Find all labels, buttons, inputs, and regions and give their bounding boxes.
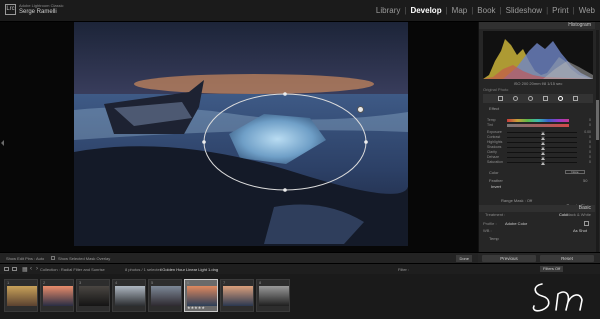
photo-image [74, 22, 408, 246]
collection-source[interactable]: Collection : Radial Filter and Sunrise [40, 267, 105, 272]
filmstrip-thumb[interactable]: 3 [76, 279, 110, 312]
module-book[interactable]: Book [476, 6, 496, 15]
panel-scroll-thumb[interactable] [596, 100, 599, 140]
filter-dropdown[interactable]: Filters Off [540, 266, 564, 272]
treatment-label: Treatment : [485, 212, 506, 217]
filmstrip-thumb[interactable]: 1 [4, 279, 38, 312]
profile-label: Profile : [483, 221, 497, 226]
color-swatch[interactable]: None [565, 170, 585, 174]
filmstrip-thumb[interactable]: 2 [40, 279, 74, 312]
panel-scrollbar[interactable] [596, 30, 599, 262]
treatment-bw-button[interactable]: Black & White [566, 212, 591, 217]
slider-saturation[interactable]: Saturation 0 [483, 160, 593, 165]
show-edit-pins-value[interactable]: Auto [36, 256, 44, 261]
user-name: Serge Ramelli [19, 9, 57, 15]
module-separator: | [471, 6, 474, 15]
module-web[interactable]: Web [578, 6, 596, 15]
filmstrip: 1 2 3 4 5 6 ★★★★★ 7 8 [0, 274, 600, 319]
module-library[interactable]: Library [375, 6, 401, 15]
temp-label: Temp [489, 236, 499, 241]
module-develop[interactable]: Develop [409, 6, 442, 15]
crop-tool-icon[interactable] [498, 96, 503, 101]
photo-count: 8 photos / 1 selected [125, 267, 162, 272]
module-separator: | [499, 6, 502, 15]
basic-header[interactable]: Basic [479, 205, 595, 212]
slider-tint[interactable]: Tint 0 [483, 123, 593, 128]
module-print[interactable]: Print [551, 6, 569, 15]
invert-checkbox[interactable]: Invert [491, 184, 501, 189]
show-overlay-checkbox[interactable] [51, 256, 55, 260]
original-photo-label: Original Photo [483, 87, 509, 92]
selected-filename: / Golden Hour Linear Light 1.dng [160, 267, 219, 272]
wb-label: WB : [483, 228, 492, 233]
profile-select[interactable]: Adobe Color [505, 221, 527, 226]
module-separator: | [546, 6, 549, 15]
module-slideshow[interactable]: Slideshow [505, 6, 543, 15]
next-photo-icon[interactable]: › [36, 266, 38, 272]
histogram-header[interactable]: Histogram [479, 22, 595, 29]
main-window-icon[interactable] [4, 267, 9, 271]
spot-removal-icon[interactable] [513, 96, 518, 101]
filmstrip-thumb[interactable]: 8 [256, 279, 290, 312]
filmstrip-thumb-selected[interactable]: 6 ★★★★★ [184, 279, 218, 312]
right-panel: Histogram ISO 200 20mm f/8 1/15 sec Orig… [478, 22, 600, 263]
feather-value: 50 [583, 178, 588, 183]
filmstrip-thumb[interactable]: 7 [220, 279, 254, 312]
mask-effect-label: Effect [489, 106, 500, 111]
wb-row: WB : As Shot [483, 228, 593, 234]
red-eye-icon[interactable] [528, 96, 533, 101]
radial-filter-icon[interactable] [558, 96, 563, 101]
grid-view-icon[interactable]: ▦ [22, 266, 28, 273]
done-button[interactable]: Done [456, 255, 472, 262]
filter-label: Filter : [398, 267, 410, 272]
feather-label: Feather [489, 178, 503, 183]
filmstrip-thumb[interactable]: 4 [112, 279, 146, 312]
lightroom-logo: Lrc [5, 4, 16, 15]
profile-row: Profile : Adobe Color [483, 221, 593, 227]
graduated-filter-icon[interactable] [543, 96, 548, 101]
adjustment-brush-icon[interactable] [573, 96, 578, 101]
reset-button[interactable]: Reset [540, 255, 594, 262]
develop-toolbar: Show Edit Pins : Auto Show Selected Mask… [0, 252, 478, 263]
module-separator: | [404, 6, 407, 15]
previous-reset-bar: Previous Reset [478, 252, 600, 263]
left-panel-toggle-icon[interactable] [1, 140, 4, 146]
signature-watermark [532, 283, 583, 312]
histogram-stats: ISO 200 20mm f/8 1/15 sec [513, 81, 563, 86]
prev-photo-icon[interactable]: ‹ [30, 266, 32, 272]
show-edit-pins-label: Show Edit Pins : Auto [6, 256, 45, 261]
module-picker: Library | Develop | Map | Book | Slidesh… [375, 6, 596, 15]
module-separator: | [445, 6, 448, 15]
main-photo[interactable] [74, 22, 408, 246]
histogram-graph [483, 39, 593, 79]
second-window-icon[interactable] [12, 267, 17, 271]
tool-strip [483, 94, 593, 103]
app-name: Adobe Lightroom Classic [19, 3, 64, 8]
color-label: Color [489, 170, 499, 175]
filmstrip-thumb[interactable]: 5 [148, 279, 182, 312]
show-overlay-label: Show Selected Mask Overlay [58, 256, 111, 261]
radial-filter-pin[interactable] [357, 106, 364, 113]
histogram [483, 31, 593, 79]
previous-button[interactable]: Previous [482, 255, 536, 262]
module-map[interactable]: Map [451, 6, 469, 15]
top-bar: Lrc Adobe Lightroom Classic Serge Ramell… [0, 0, 600, 22]
profile-browser-icon[interactable] [584, 221, 589, 226]
filmstrip-bar: ▦ ‹ › Collection : Radial Filter and Sun… [0, 263, 600, 274]
photo-canvas [0, 22, 478, 258]
module-separator: | [572, 6, 575, 15]
wb-select[interactable]: As Shot [573, 228, 587, 233]
treatment-row: Treatment : Color Black & White [483, 212, 593, 218]
